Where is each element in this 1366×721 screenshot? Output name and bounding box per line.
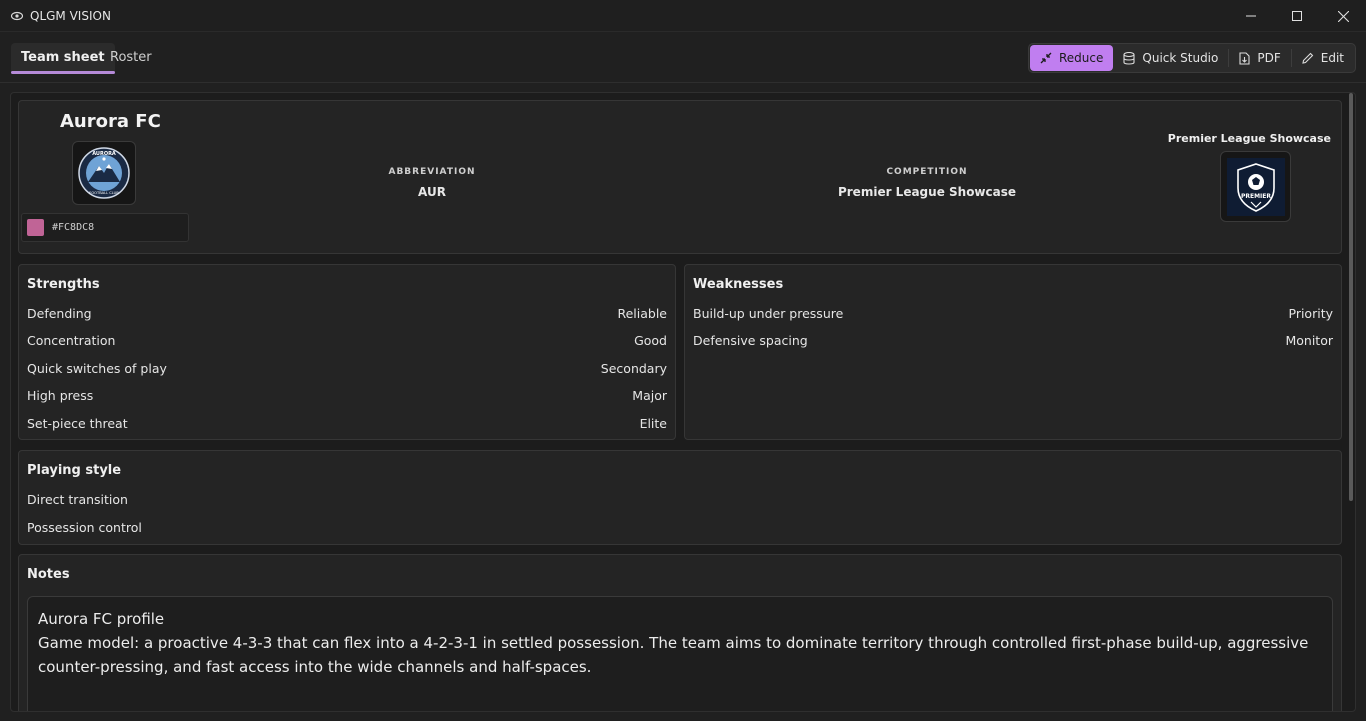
- notes-heading: Aurora FC profile: [38, 610, 165, 628]
- team-name: Aurora FC: [60, 111, 161, 132]
- list-item: Concentration Good: [27, 330, 667, 350]
- weakness-level: Priority: [1288, 305, 1334, 321]
- abbreviation-label: ABBREVIATION: [388, 167, 476, 177]
- collapse-icon: [1040, 52, 1052, 64]
- weaknesses-title: Weaknesses: [693, 277, 784, 292]
- maximize-icon: [1292, 11, 1302, 21]
- weakness-level: Monitor: [1285, 332, 1333, 348]
- list-item: Defensive spacing Monitor: [693, 330, 1333, 350]
- playing-style-title: Playing style: [27, 463, 122, 478]
- pencil-icon: [1302, 52, 1314, 64]
- edit-label: Edit: [1320, 51, 1344, 65]
- list-item: High press Major: [27, 385, 667, 405]
- competition-header: Premier League Showcase: [1167, 132, 1331, 145]
- competition-badge-text: PREMIER: [1240, 193, 1270, 200]
- reduce-button[interactable]: Reduce: [1030, 45, 1114, 71]
- pdf-label: PDF: [1257, 51, 1281, 65]
- list-item: Possession control: [27, 517, 1333, 537]
- list-item: Direct transition: [27, 489, 1333, 509]
- competition-value: Premier League Showcase: [837, 185, 1017, 199]
- window-controls: [1228, 0, 1366, 32]
- scrollbar-thumb[interactable]: [1349, 93, 1353, 501]
- team-crest-icon: AURORA FOOTBALL CLUB: [78, 147, 130, 199]
- strength-name: Concentration: [27, 332, 116, 348]
- strength-name: Quick switches of play: [27, 360, 167, 376]
- notes-body: Game model: a proactive 4-3-3 that can f…: [38, 634, 1309, 676]
- competition-label: COMPETITION: [886, 167, 968, 177]
- toolbar: Team sheet Roster Reduce Quick Studio PD…: [0, 33, 1366, 83]
- content-frame[interactable]: Aurora FC AURORA FOOTBALL CLUB #FC8DC8 A…: [10, 92, 1356, 712]
- competition-logo: PREMIER: [1220, 151, 1291, 222]
- list-item: Defending Reliable: [27, 303, 667, 323]
- list-item: Quick switches of play Secondary: [27, 358, 667, 378]
- eye-icon: [11, 10, 23, 22]
- strength-name: Defending: [27, 305, 92, 321]
- abbreviation-value: AUR: [418, 185, 446, 199]
- file-download-icon: [1239, 51, 1250, 65]
- playing-style-card: Playing style Direct transition Possessi…: [18, 450, 1342, 545]
- action-group: Reduce Quick Studio PDF Edit: [1028, 43, 1356, 73]
- maximize-button[interactable]: [1274, 0, 1320, 32]
- strengths-title: Strengths: [27, 277, 100, 292]
- strength-level: Major: [632, 387, 667, 403]
- team-header-card: Aurora FC AURORA FOOTBALL CLUB #FC8DC8 A…: [18, 100, 1342, 254]
- team-logo: AURORA FOOTBALL CLUB: [72, 141, 136, 205]
- close-button[interactable]: [1320, 0, 1366, 32]
- notes-text-area[interactable]: Aurora FC profile Game model: a proactiv…: [27, 596, 1333, 711]
- playing-style-item: Possession control: [27, 519, 142, 535]
- pdf-button[interactable]: PDF: [1229, 45, 1290, 71]
- window-title: QLGM VISION: [30, 8, 111, 23]
- database-icon: [1123, 51, 1135, 65]
- playing-style-item: Direct transition: [27, 491, 128, 507]
- strengths-card: Strengths Defending Reliable Concentrati…: [18, 264, 676, 440]
- strength-name: Set-piece threat: [27, 415, 128, 431]
- team-color-hex: #FC8DC8: [52, 222, 95, 233]
- crest-text-top: AURORA: [92, 151, 116, 157]
- tab-roster[interactable]: Roster: [100, 43, 162, 72]
- list-item: Set-piece threat Elite: [27, 413, 667, 433]
- list-item: Build-up under pressure Priority: [693, 303, 1333, 323]
- minimize-button[interactable]: [1228, 0, 1274, 32]
- edit-button[interactable]: Edit: [1292, 45, 1354, 71]
- weakness-name: Build-up under pressure: [693, 305, 844, 321]
- weaknesses-card: Weaknesses Build-up under pressure Prior…: [684, 264, 1342, 440]
- crest-text-bottom: FOOTBALL CLUB: [89, 191, 119, 195]
- team-color-swatch: [27, 219, 44, 236]
- competition-badge-icon: PREMIER: [1226, 157, 1285, 216]
- strength-level: Secondary: [600, 360, 667, 376]
- team-color-chip: #FC8DC8: [21, 213, 189, 242]
- notes-card: Notes Aurora FC profile Game model: a pr…: [18, 554, 1342, 711]
- reduce-label: Reduce: [1059, 51, 1104, 65]
- notes-title: Notes: [27, 567, 70, 582]
- close-icon: [1337, 10, 1349, 22]
- weakness-name: Defensive spacing: [693, 332, 808, 348]
- strength-level: Reliable: [617, 305, 667, 321]
- strength-level: Elite: [639, 415, 667, 431]
- quick-studio-button[interactable]: Quick Studio: [1113, 45, 1228, 71]
- quick-studio-label: Quick Studio: [1142, 51, 1219, 65]
- minimize-icon: [1246, 15, 1256, 17]
- strength-level: Good: [634, 332, 667, 348]
- strength-name: High press: [27, 387, 94, 403]
- title-bar: QLGM VISION: [0, 0, 1366, 32]
